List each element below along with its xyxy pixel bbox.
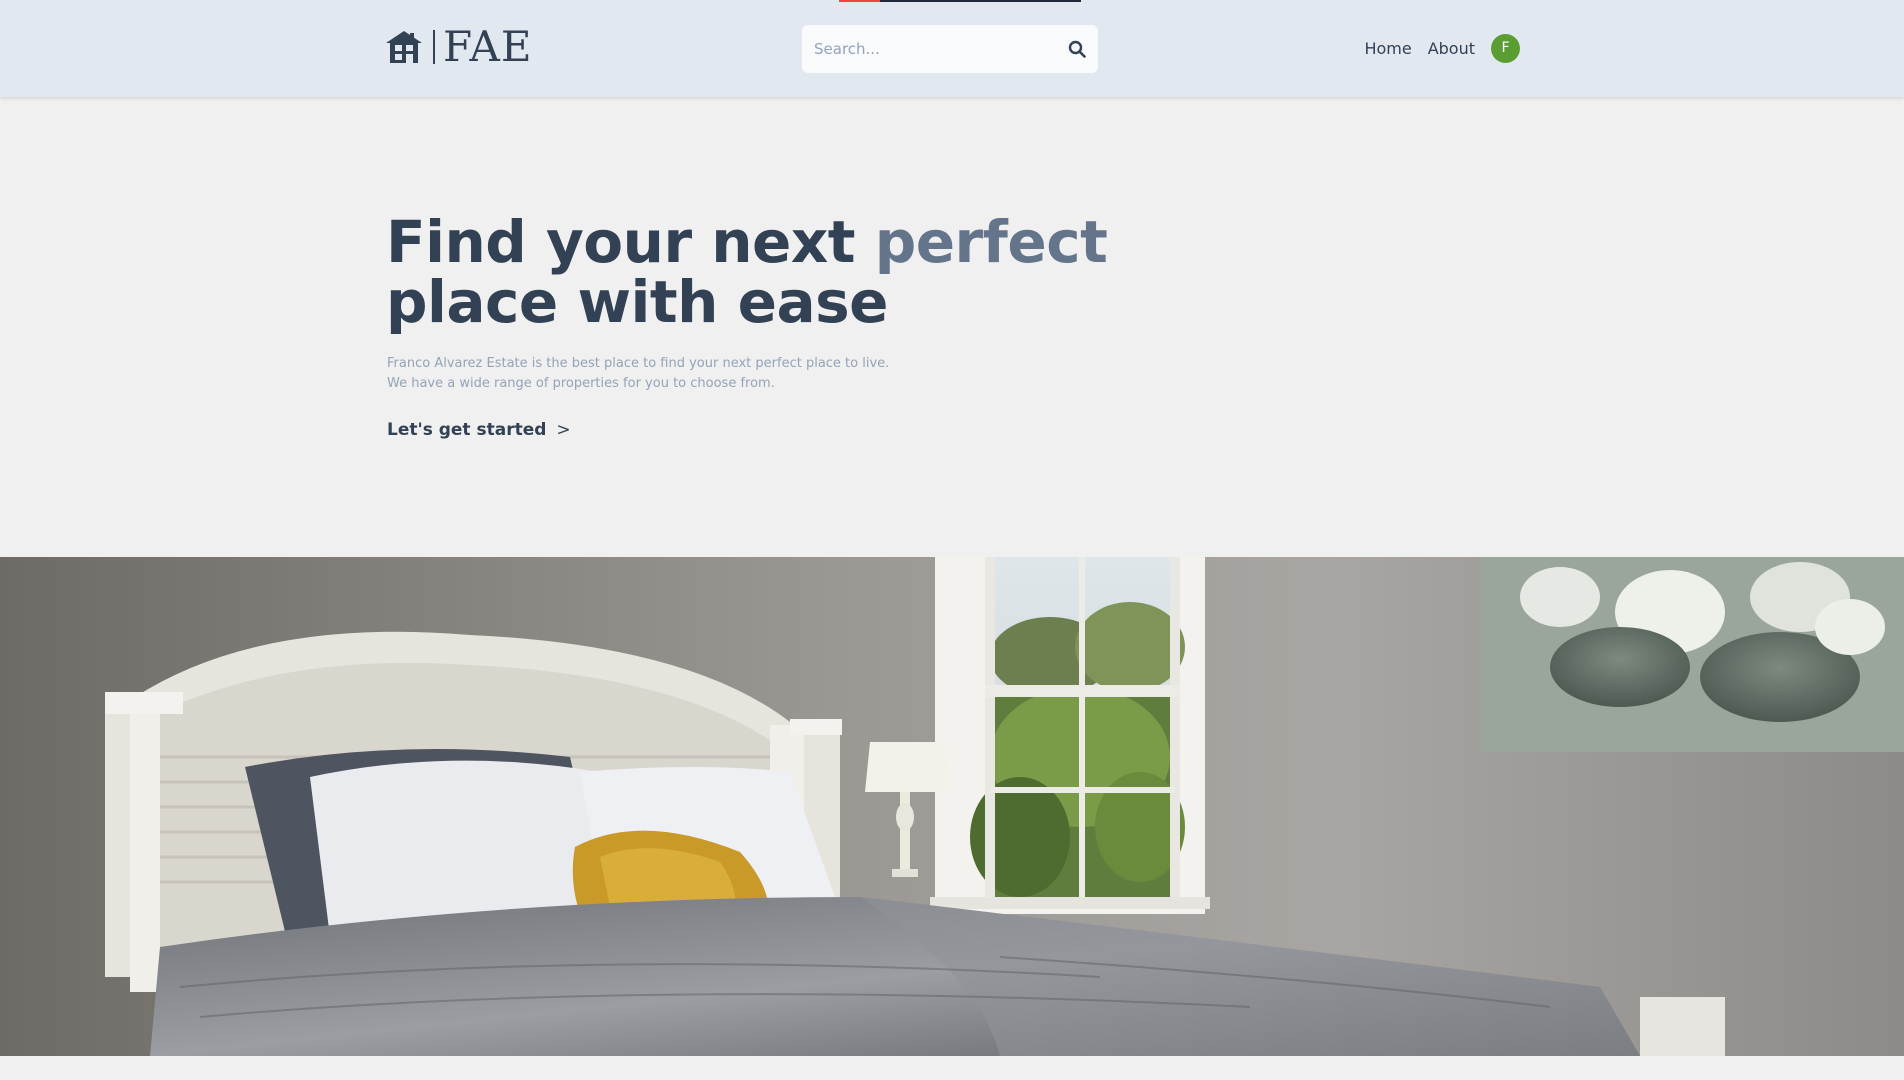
- hero-title: Find your next perfect place with ease: [386, 212, 1108, 332]
- search-icon[interactable]: [1068, 40, 1086, 58]
- page-progress-bar: [839, 0, 1081, 2]
- logo-text: FAE: [443, 22, 533, 71]
- hero-description-line1: Franco Alvarez Estate is the best place …: [387, 356, 890, 371]
- page-progress-fill: [839, 0, 881, 2]
- site-header: FAE Home About F: [0, 0, 1904, 97]
- hero-image-bedroom: [0, 557, 1904, 1056]
- get-started-label: Let's get started: [387, 420, 547, 440]
- hero-title-part1: Find your next: [386, 208, 875, 276]
- search-bar: [802, 25, 1098, 73]
- chevron-right-icon: >: [556, 420, 571, 440]
- get-started-link[interactable]: Let's get started >: [387, 420, 571, 440]
- user-avatar[interactable]: F: [1491, 33, 1520, 63]
- logo-divider: [433, 30, 435, 64]
- bedroom-illustration: [0, 557, 1904, 1056]
- house-icon: [386, 31, 422, 63]
- hero-description-line2: We have a wide range of properties for y…: [387, 376, 775, 391]
- search-input[interactable]: [814, 40, 1068, 58]
- nav-home-link[interactable]: Home: [1364, 39, 1411, 58]
- site-logo[interactable]: FAE: [385, 25, 532, 69]
- main-nav: Home About F: [1348, 33, 1520, 63]
- hero-title-accent: perfect: [874, 208, 1108, 276]
- hero-description: Franco Alvarez Estate is the best place …: [387, 354, 889, 394]
- nav-about-link[interactable]: About: [1428, 39, 1475, 58]
- hero-title-part2: place with ease: [386, 268, 888, 336]
